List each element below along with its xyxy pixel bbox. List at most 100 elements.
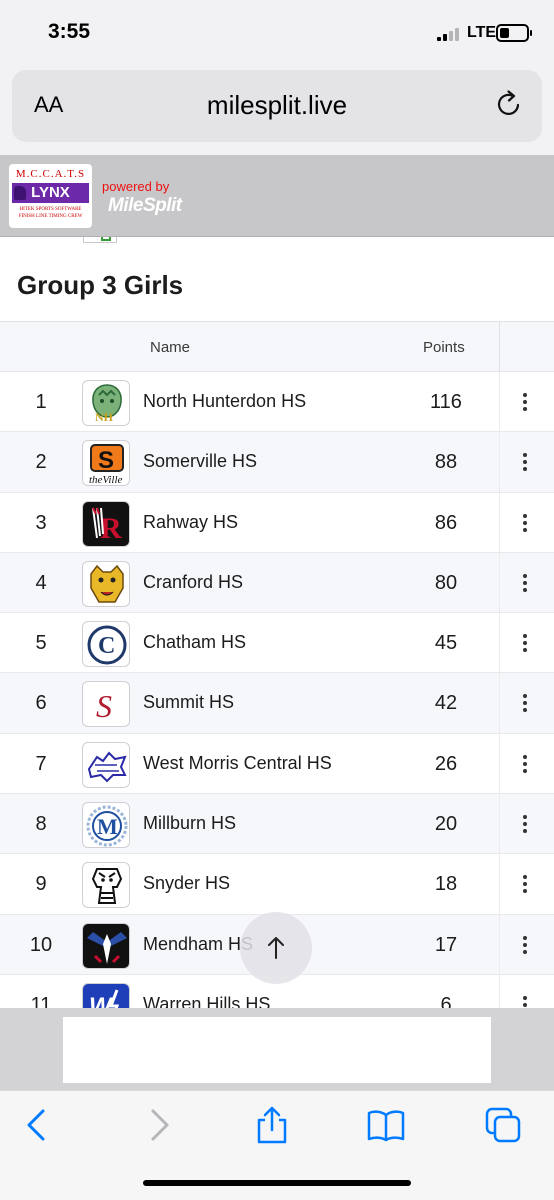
- team-rank: 7: [35, 752, 47, 775]
- more-options-icon[interactable]: [516, 995, 534, 1008]
- table-row[interactable]: 7 West Morris Central HS 26: [0, 733, 554, 795]
- svg-text:C: C: [98, 633, 115, 659]
- team-rank: 2: [35, 451, 47, 474]
- more-options-icon[interactable]: [516, 393, 534, 413]
- team-rank: 11: [30, 993, 52, 1008]
- team-points: 26: [434, 752, 458, 775]
- more-options-icon[interactable]: [516, 875, 534, 895]
- ad-banner-area: [0, 1008, 554, 1090]
- rahway-logo: R: [82, 500, 130, 547]
- more-options-icon[interactable]: [516, 634, 534, 654]
- milesplit-logo[interactable]: MileSplit: [108, 195, 182, 217]
- mccats-lynx-logo[interactable]: M.C.C.A.T.S LYNX HITEK SPORTS SOFTWARE F…: [9, 164, 92, 228]
- share-icon[interactable]: [252, 1105, 292, 1145]
- team-points: 17: [434, 933, 458, 956]
- table-header: Name Points: [0, 322, 554, 372]
- team-rank: 6: [35, 692, 47, 715]
- team-rank: 5: [35, 632, 47, 655]
- west-morris-central-logo: [82, 741, 130, 788]
- warren-hills-logo: W: [82, 982, 130, 1008]
- column-header-name[interactable]: Name: [150, 339, 190, 356]
- team-name: Snyder HS: [143, 873, 231, 894]
- back-icon[interactable]: [18, 1105, 58, 1145]
- svg-text:NH: NH: [95, 410, 114, 424]
- team-points: 88: [434, 451, 458, 474]
- team-rank: 4: [35, 571, 47, 594]
- logo-tagline-2: FINISH LINE TIMING CREW: [18, 214, 83, 219]
- page-content: Group 3 Girls Name Points 1 NH North Hun…: [0, 237, 554, 1008]
- table-row[interactable]: 5 C Chatham HS 45: [0, 613, 554, 674]
- north-hunterdon-logo: NH: [82, 380, 130, 426]
- team-name: Millburn HS: [143, 813, 237, 834]
- team-name: North Hunterdon HS: [143, 391, 307, 411]
- page-title: Group 3 Girls: [17, 270, 184, 300]
- svg-text:S: S: [98, 447, 114, 474]
- arrow-up-icon: [268, 937, 284, 959]
- table-row[interactable]: 3 R Rahway HS 86: [0, 492, 554, 553]
- team-points: 6: [440, 993, 452, 1008]
- team-points: 45: [434, 632, 458, 655]
- table-row[interactable]: 9 Snyder HS 18: [0, 854, 554, 915]
- more-options-icon[interactable]: [516, 935, 534, 956]
- team-points: 80: [434, 571, 458, 594]
- cranford-logo: [82, 560, 130, 607]
- team-name: Rahway HS: [143, 511, 239, 532]
- summit-logo: S: [82, 681, 130, 728]
- cellular-signal-icon: [437, 28, 461, 41]
- forward-icon[interactable]: [138, 1105, 178, 1145]
- url-text[interactable]: milesplit.live: [12, 90, 542, 121]
- svg-text:theVille: theVille: [89, 474, 123, 486]
- more-options-icon[interactable]: [516, 513, 534, 534]
- snyder-logo: [82, 862, 130, 909]
- scroll-to-top-button[interactable]: [240, 912, 312, 984]
- team-points: 18: [434, 873, 458, 896]
- more-options-icon[interactable]: [516, 754, 534, 775]
- table-row[interactable]: 8 M Millburn HS 20: [0, 794, 554, 855]
- table-row[interactable]: 6 S Summit HS 42: [0, 673, 554, 734]
- table-row[interactable]: 4 Cranford HS 80: [0, 552, 554, 614]
- column-header-points[interactable]: Points: [423, 339, 465, 356]
- address-bar[interactable]: AA milesplit.live: [12, 70, 542, 142]
- table-row[interactable]: 2 S theVille Somerville HS 88: [0, 432, 554, 493]
- battery-icon: [496, 24, 532, 42]
- network-type: LTE: [467, 24, 497, 41]
- partial-element: [83, 237, 117, 243]
- team-name: Cranford HS: [143, 571, 244, 592]
- home-indicator: [143, 1180, 411, 1186]
- team-rank: 8: [35, 813, 47, 836]
- team-points: 42: [434, 692, 458, 715]
- logo-lynx: LYNX: [31, 184, 70, 201]
- logo-tagline-1: HITEK SPORTS SOFTWARE: [19, 207, 82, 212]
- svg-text:M: M: [97, 814, 118, 839]
- tabs-icon[interactable]: [483, 1105, 523, 1145]
- somerville-logo: S theVille: [82, 440, 130, 487]
- team-rank: 9: [35, 873, 47, 896]
- bookmarks-icon[interactable]: [366, 1105, 406, 1145]
- powered-by-label: powered by: [102, 179, 170, 194]
- site-header: M.C.C.A.T.S LYNX HITEK SPORTS SOFTWARE F…: [0, 155, 554, 237]
- more-options-icon[interactable]: [516, 453, 534, 473]
- more-options-icon[interactable]: [516, 815, 534, 835]
- team-name: Chatham HS: [143, 632, 247, 653]
- millburn-logo: M: [82, 802, 130, 849]
- ad-slot[interactable]: [63, 1017, 491, 1083]
- team-name: Warren Hills HS: [143, 993, 271, 1008]
- team-rank: 1: [35, 391, 47, 413]
- team-points: 86: [434, 511, 458, 534]
- team-rank: 10: [29, 933, 53, 956]
- team-points: 20: [434, 813, 458, 836]
- logo-org-name: M.C.C.A.T.S: [15, 168, 86, 180]
- team-name: Summit HS: [143, 692, 235, 713]
- team-name: Mendham HS: [143, 933, 254, 954]
- mendham-logo: [82, 922, 130, 969]
- team-rank: 3: [35, 511, 47, 534]
- more-options-icon[interactable]: [516, 694, 534, 714]
- reload-icon[interactable]: [494, 89, 524, 119]
- table-row[interactable]: 1 NH North Hunterdon HS 116: [0, 372, 554, 433]
- team-scores-table: Name Points 1 NH North Hunterdon HS 11 6 …: [0, 321, 554, 1008]
- lynx-head-icon: [14, 186, 26, 200]
- team-points: 116: [430, 391, 462, 413]
- status-bar: 3:55 LTE: [0, 0, 554, 64]
- more-options-icon[interactable]: [516, 573, 534, 594]
- chatham-logo: C: [82, 621, 130, 668]
